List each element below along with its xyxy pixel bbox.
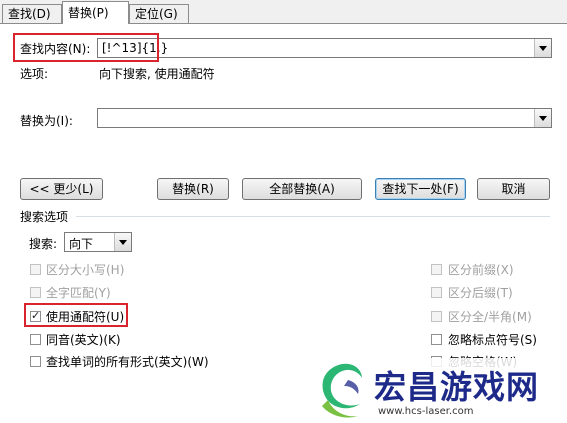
sounds-like-label: 同音(英文)(K) (46, 333, 121, 347)
match-width-checkbox[interactable] (431, 311, 442, 322)
watermark-title: 宏昌游戏网 (374, 368, 540, 406)
replace-button[interactable]: 替换(R) (157, 178, 229, 200)
ignore-punctuation-checkbox[interactable] (431, 334, 442, 345)
match-case-label: 区分大小写(H) (46, 263, 125, 277)
watermark: 宏昌游戏网 www.hcs-laser.com (296, 358, 567, 423)
watermark-url: www.hcs-laser.com (378, 406, 474, 417)
chevron-down-icon (539, 116, 547, 121)
search-direction-label: 搜索: (29, 237, 58, 251)
find-what-combo[interactable]: [!^13]{1,} (97, 38, 552, 58)
match-prefix-checkbox[interactable] (431, 264, 442, 275)
ignore-punctuation-label: 忽略标点符号(S) (448, 333, 537, 347)
replace-all-button[interactable]: 全部替换(A) (242, 178, 362, 200)
dragon-logo-icon (322, 363, 362, 418)
tab-replace-label: 替换(P) (68, 6, 109, 20)
less-button[interactable]: << 更少(L) (20, 178, 103, 200)
find-highlight-box (13, 33, 159, 62)
match-width-label: 区分全/半角(M) (448, 310, 532, 324)
chevron-down-icon (539, 46, 547, 51)
chevron-down-icon (119, 240, 127, 245)
search-options-divider (76, 216, 550, 217)
replace-with-combo[interactable] (97, 108, 552, 128)
tab-goto-label: 定位(G) (135, 7, 178, 21)
tab-find[interactable]: 查找(D) (2, 4, 62, 23)
all-word-forms-label: 查找单词的所有形式(英文)(W) (46, 355, 209, 369)
search-direction-value: 向下 (69, 237, 94, 251)
tab-find-label: 查找(D) (8, 7, 51, 21)
match-suffix-checkbox[interactable] (431, 287, 442, 298)
whole-word-checkbox[interactable] (30, 287, 41, 298)
whole-word-label: 全字匹配(Y) (46, 286, 111, 300)
tab-replace[interactable]: 替换(P) (62, 1, 129, 24)
search-direction-dropdown-button[interactable] (114, 233, 131, 251)
tab-goto[interactable]: 定位(G) (129, 4, 189, 23)
wildcards-highlight-box (24, 303, 128, 327)
options-value: 向下搜索, 使用通配符 (99, 67, 215, 81)
search-options-heading: 搜索选项 (20, 210, 69, 224)
sounds-like-checkbox[interactable] (30, 334, 41, 345)
find-next-button[interactable]: 查找下一处(F) (375, 178, 466, 200)
replace-with-dropdown-button[interactable] (534, 109, 551, 127)
replace-with-label: 替换为(I): (20, 114, 73, 128)
options-label: 选项: (20, 67, 49, 81)
match-case-checkbox[interactable] (30, 264, 41, 275)
all-word-forms-checkbox[interactable] (30, 356, 41, 367)
tab-bar: 查找(D) 替换(P) 定位(G) (0, 0, 567, 24)
find-what-dropdown-button[interactable] (534, 39, 551, 57)
cancel-button[interactable]: 取消 (477, 178, 550, 200)
match-suffix-label: 区分后缀(T) (448, 286, 513, 300)
match-prefix-label: 区分前缀(X) (448, 263, 514, 277)
search-direction-select[interactable]: 向下 (64, 232, 132, 252)
